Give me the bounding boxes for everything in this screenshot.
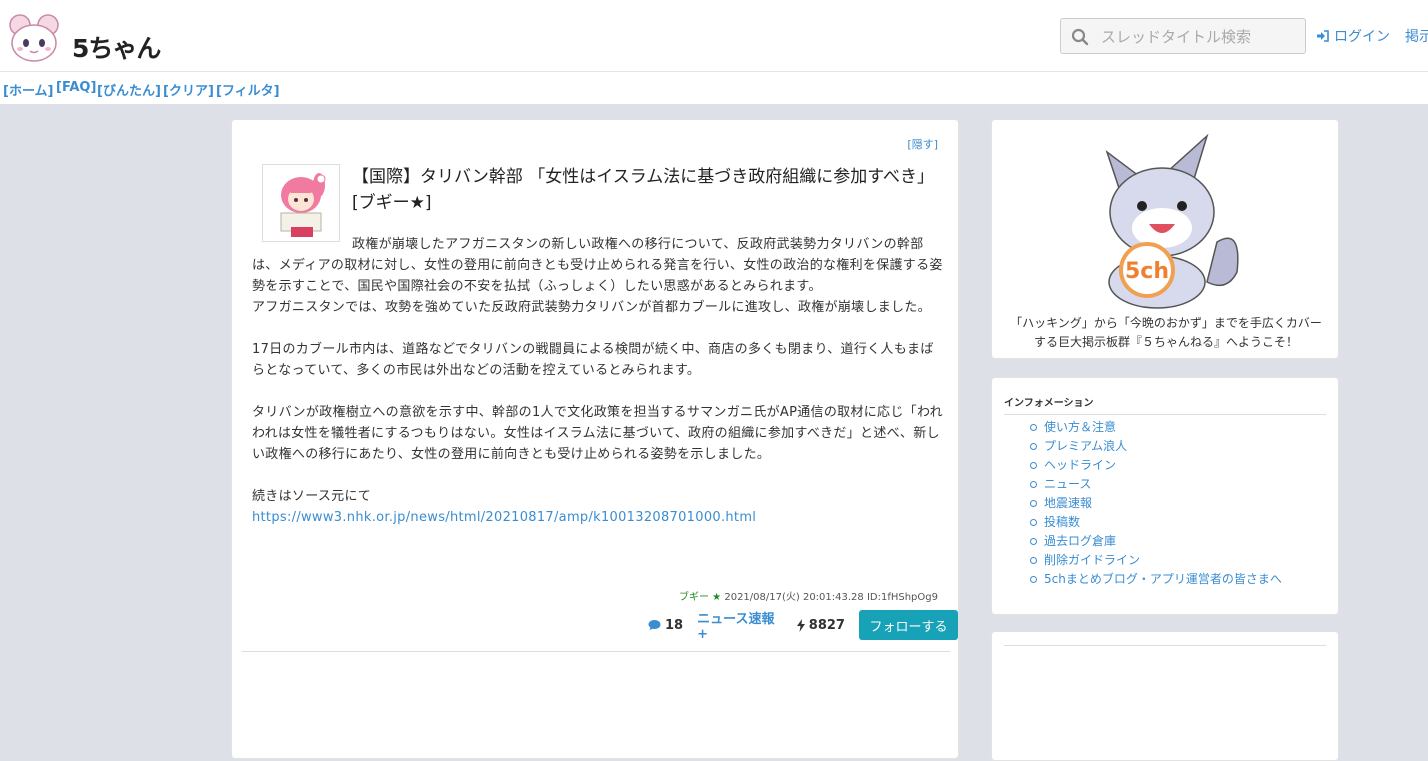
thread-search-box[interactable] [1060,18,1306,54]
hit-count: 8827 [796,617,845,633]
continue-text: 続きはソース元にて [252,489,372,504]
thread-body: 政権が崩壊したアフガニスタンの新しい政権への移行について、反政府武装勢力タリバン… [252,234,944,528]
board-link[interactable]: 掲示板 [1405,26,1428,46]
info-list: 使い方＆注意 プレミアム浪人 ヘッドライン ニュース 地震速報 投稿数 過去ログ… [1030,418,1282,589]
login-label: ログイン [1334,29,1390,45]
nav-home-link[interactable]: [ホーム] [3,80,54,99]
comment-count-value: 18 [665,617,684,633]
info-item-deletion[interactable]: 削除ガイドライン [1030,551,1282,570]
site-header: 5ちゃんねる ログイン 掲示板 [0,0,1428,99]
nav-binta-link[interactable]: [びんたん] [97,80,161,99]
info-card: インフォメーション 使い方＆注意 プレミアム浪人 ヘッドライン ニュース 地震速… [991,377,1339,615]
ad-card [991,631,1339,761]
hit-count-value: 8827 [808,617,845,633]
board-avatar [262,164,340,242]
info-title: インフォメーション [1004,398,1094,409]
mouse-mascot-icon [9,14,59,62]
body-paragraph-2: アフガニスタンでは、攻勢を強めていた反政府武装勢力タリバンが首都カブールに進攻し… [252,300,931,315]
info-item-blog[interactable]: 5chまとめブログ・アプリ運営者の皆さまへ [1030,570,1282,589]
thread-stats: 18 ニュース速報+ 8827 フォローする [648,608,958,642]
info-item-earthquake[interactable]: 地震速報 [1030,494,1282,513]
login-link[interactable]: ログイン [1316,26,1390,46]
nav-filter-link[interactable]: [フィルタ] [216,80,280,99]
nav-faq-link[interactable]: [FAQ] [56,80,96,95]
body-paragraph-1: 政権が崩壊したアフガニスタンの新しい政権への移行について、反政府武装勢力タリバン… [252,237,943,294]
comment-icon [648,620,661,630]
post-meta: ブギー ★ 2021/08/17(火) 20:01:43.28 ID:1fHSh… [679,588,938,603]
info-item-premium[interactable]: プレミアム浪人 [1030,437,1282,456]
info-item-usage[interactable]: 使い方＆注意 [1030,418,1282,437]
info-item-headline[interactable]: ヘッドライン [1030,456,1282,475]
body-paragraph-3: 17日のカブール市内は、道路などでタリバンの戦闘員による検問が続く中、商店の多く… [252,342,934,378]
search-icon [1071,28,1089,46]
info-item-post-count[interactable]: 投稿数 [1030,513,1282,532]
svg-text:5ch: 5ch [1125,259,1169,284]
ad-divider [1004,645,1326,646]
info-divider [1004,414,1326,415]
anime-girl-avatar-icon [280,173,326,237]
category-link[interactable]: ニュース速報+ [697,608,783,642]
card-divider [242,651,950,652]
info-item-archive[interactable]: 過去ログ倉庫 [1030,532,1282,551]
post-timestamp: 2021/08/17(火) 20:01:43.28 ID:1fHShpOg9 [724,592,938,603]
source-url-link[interactable]: https://www3.nhk.or.jp/news/html/2021081… [252,510,756,525]
sign-in-icon [1317,30,1329,42]
info-item-news[interactable]: ニュース [1030,475,1282,494]
comment-count[interactable]: 18 [648,618,683,633]
bolt-icon [796,618,805,632]
nav-bar: [ホーム] [FAQ] [びんたん] [クリア] [フィルタ] [0,72,1428,104]
nav-clear-link[interactable]: [クリア] [163,80,214,99]
follow-button[interactable]: フォローする [858,610,958,640]
fox-mascot-icon: 5ch [1105,133,1239,309]
author-name: ブギー ★ [679,592,722,603]
thread-card: [隠す] 【国際】タリバン幹部 「女性はイスラム法に基づき政府組織に参加すべき」… [231,119,959,759]
hide-link[interactable]: [隠す] [907,136,938,152]
search-input[interactable] [1099,25,1303,49]
body-paragraph-4: タリバンが政権樹立への意欲を示す中、幹部の1人で文化政策を担当するサマンガニ氏が… [252,405,943,462]
welcome-text: 「ハッキング」から「今晩のおかず」までを手広くカバーする巨大掲示板群『５ちゃんね… [1010,316,1322,349]
site-logo[interactable]: 5ちゃんねる [8,11,168,99]
welcome-card: 5ch 「ハッキング」から「今晩のおかず」までを手広くカバーする巨大掲示板群『５… [991,119,1339,359]
thread-title[interactable]: 【国際】タリバン幹部 「女性はイスラム法に基づき政府組織に参加すべき」 [ブギー… [352,164,942,216]
